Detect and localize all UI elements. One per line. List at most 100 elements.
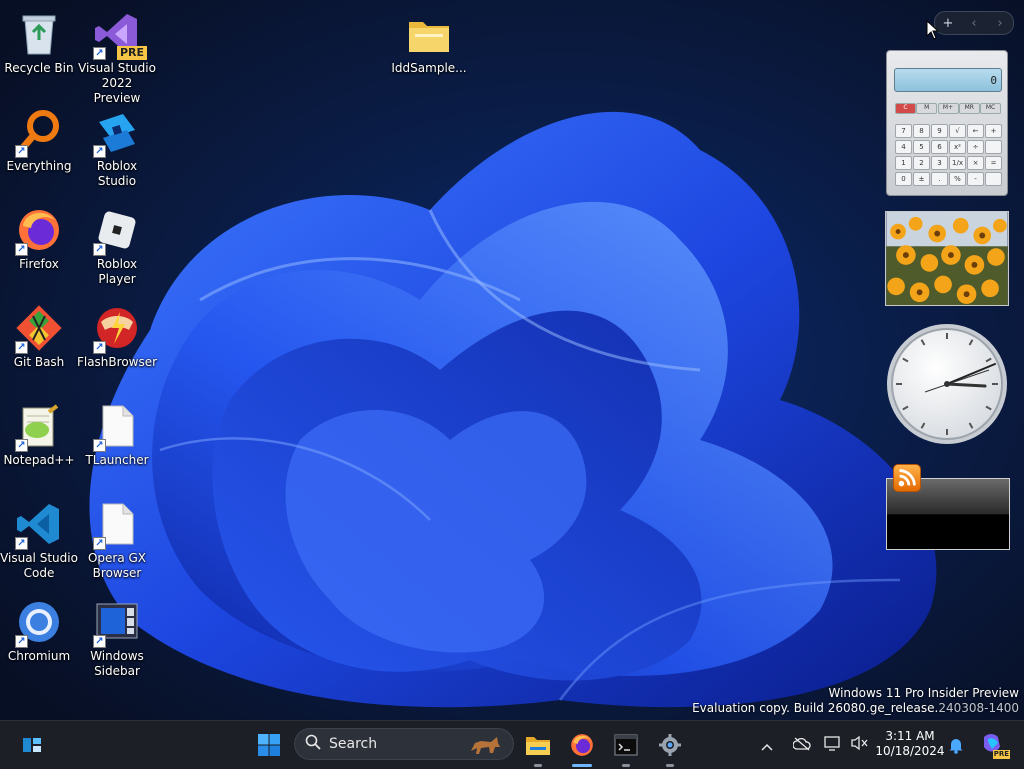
flashbrowser-icon: ↗ xyxy=(93,304,141,354)
calc-key[interactable]: - xyxy=(967,172,984,186)
desktop-icon-iddsample-folder[interactable]: IddSample... xyxy=(390,4,468,94)
desktop-icon-roblox-studio[interactable]: ↗ Roblox Studio xyxy=(78,102,156,192)
desktop-icon-chromium[interactable]: ↗ Chromium xyxy=(0,592,78,682)
firefox-icon xyxy=(571,734,593,756)
calc-key[interactable]: 7 xyxy=(895,124,912,138)
calc-key[interactable]: 2 xyxy=(913,156,930,170)
desktop-icon-everything[interactable]: ↗ Everything xyxy=(0,102,78,192)
calc-key[interactable]: 3 xyxy=(931,156,948,170)
flower-photo xyxy=(886,212,1008,305)
desktop-icon-opera-gx[interactable]: ↗ Opera GX Browser xyxy=(78,494,156,584)
taskbar-file-explorer[interactable] xyxy=(522,729,554,767)
preview-badge: PRE xyxy=(116,46,147,60)
blank-file-icon: ↗ xyxy=(93,402,141,452)
calculator-gadget[interactable]: 0 C M M+ MR MC 7 8 9 √ ← + 4 5 6 x² ÷ 1 … xyxy=(886,50,1008,196)
running-indicator xyxy=(622,764,630,767)
firefox-icon: ↗ xyxy=(15,206,63,256)
calc-key[interactable]: √ xyxy=(949,124,966,138)
roblox-player-icon: ↗ xyxy=(93,206,141,256)
network-icon[interactable] xyxy=(820,735,846,755)
slideshow-gadget[interactable] xyxy=(885,211,1009,306)
calc-key[interactable]: MC xyxy=(980,103,1001,114)
git-bash-icon: ↗ xyxy=(15,304,63,354)
calc-key[interactable] xyxy=(985,172,1002,186)
visual-studio-preview-icon: PRE ↗ xyxy=(93,10,147,60)
desktop-icon-tlauncher[interactable]: ↗ TLauncher xyxy=(78,396,156,486)
taskbar-search-box[interactable]: Search xyxy=(294,728,514,760)
search-placeholder: Search xyxy=(329,736,378,752)
folder-icon xyxy=(405,10,453,58)
taskbar-terminal[interactable] xyxy=(610,729,642,767)
notepad-plus-plus-icon: ↗ xyxy=(15,402,63,452)
calc-key[interactable]: ← xyxy=(967,124,984,138)
calculator-memory-row: C M M+ MR MC xyxy=(895,103,1001,114)
calc-key[interactable]: ± xyxy=(913,172,930,186)
calc-key[interactable]: x² xyxy=(949,140,966,154)
calc-key[interactable]: 5 xyxy=(913,140,930,154)
shortcut-arrow-icon: ↗ xyxy=(93,47,106,60)
calc-key[interactable]: 1 xyxy=(895,156,912,170)
calc-key[interactable]: ÷ xyxy=(967,140,984,154)
previous-gadget-page-button[interactable]: ‹ xyxy=(962,16,986,31)
shortcut-arrow-icon: ↗ xyxy=(93,145,106,158)
shortcut-arrow-icon: ↗ xyxy=(15,243,28,256)
system-tray xyxy=(756,721,872,769)
desktop-icon-windows-sidebar[interactable]: ↗ Windows Sidebar xyxy=(78,592,156,682)
chromium-icon: ↗ xyxy=(15,598,63,648)
calc-key[interactable]: % xyxy=(949,172,966,186)
calc-key[interactable]: 0 xyxy=(895,172,912,186)
calc-key[interactable]: 8 xyxy=(913,124,930,138)
calculator-keypad: 7 8 9 √ ← + 4 5 6 x² ÷ 1 2 3 1/x × = 0 ±… xyxy=(895,124,1002,186)
shortcut-arrow-icon: ↗ xyxy=(93,635,106,648)
shortcut-arrow-icon: ↗ xyxy=(15,341,28,354)
calc-key[interactable]: 1/x xyxy=(949,156,966,170)
show-hidden-icons-chevron-up-icon[interactable] xyxy=(756,736,778,755)
calc-key[interactable]: MR xyxy=(958,103,980,114)
calc-key[interactable]: = xyxy=(985,156,1002,170)
desktop-icon-flashbrowser[interactable]: ↗ FlashBrowser xyxy=(77,298,157,388)
calc-key[interactable]: 6 xyxy=(931,140,948,154)
desktop-icon-visual-studio-preview[interactable]: PRE ↗ Visual Studio 2022 Preview xyxy=(78,4,156,105)
copilot-preview-badge: PRE xyxy=(992,750,1010,759)
calc-key[interactable]: M+ xyxy=(937,103,959,114)
start-button[interactable] xyxy=(253,729,285,761)
shortcut-arrow-icon: ↗ xyxy=(15,537,28,550)
recycle-bin-icon xyxy=(15,10,63,58)
taskbar-settings[interactable] xyxy=(654,729,686,767)
desktop-icon-vscode[interactable]: ↗ Visual Studio Code xyxy=(0,494,78,584)
desktop-icon-git-bash[interactable]: ↗ Git Bash xyxy=(0,298,78,388)
clock-gadget[interactable] xyxy=(885,322,1009,446)
gear-icon xyxy=(659,734,681,756)
notification-bell-icon[interactable] xyxy=(948,736,964,758)
calc-key[interactable]: 4 xyxy=(895,140,912,154)
calc-key[interactable] xyxy=(985,140,1002,154)
taskbar-clock[interactable]: 3:11 AM 10/18/2024 xyxy=(868,729,952,759)
everything-search-icon: ↗ xyxy=(15,108,63,158)
calc-key[interactable]: × xyxy=(967,156,984,170)
taskbar-firefox[interactable] xyxy=(566,729,598,767)
desktop-icon-recycle-bin[interactable]: Recycle Bin xyxy=(0,4,78,94)
widgets-button[interactable] xyxy=(16,729,48,761)
next-gadget-page-button[interactable]: › xyxy=(988,16,1012,31)
calc-key[interactable]: 9 xyxy=(931,124,948,138)
copilot-preview-icon[interactable]: PRE xyxy=(980,733,1010,759)
active-window-indicator xyxy=(572,764,592,767)
evaluation-watermark: Windows 11 Pro Insider Preview Evaluatio… xyxy=(692,686,1019,716)
calc-key[interactable]: M xyxy=(916,103,938,114)
taskbar: Search 3:11 AM 10/18/2024 PRE xyxy=(0,720,1024,769)
desktop-icon-roblox-player[interactable]: ↗ Roblox Player xyxy=(78,200,156,290)
onedrive-offline-cloud-icon[interactable] xyxy=(786,736,818,755)
running-indicator xyxy=(534,764,542,767)
desktop-icon-firefox[interactable]: ↗ Firefox xyxy=(0,200,78,290)
clock-date: 10/18/2024 xyxy=(875,744,945,758)
shortcut-arrow-icon: ↗ xyxy=(15,439,28,452)
widgets-icon xyxy=(23,738,41,752)
calc-key[interactable]: + xyxy=(985,124,1002,138)
roblox-studio-icon: ↗ xyxy=(93,108,141,158)
calc-key[interactable]: . xyxy=(931,172,948,186)
desktop-icon-notepad-plus-plus[interactable]: ↗ Notepad++ xyxy=(0,396,78,486)
mouse-cursor-icon xyxy=(926,20,940,40)
calc-key[interactable]: C xyxy=(895,103,916,114)
gadget-toolbar: + ‹ › xyxy=(934,11,1014,35)
windows-sidebar-icon: ↗ xyxy=(93,598,141,648)
